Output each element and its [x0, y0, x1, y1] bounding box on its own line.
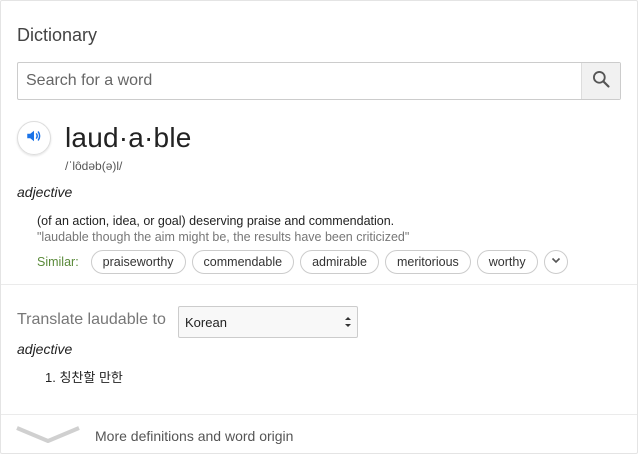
speaker-icon	[25, 127, 43, 150]
definition-text: (of an action, idea, or goal) deserving …	[37, 214, 395, 228]
search-button[interactable]	[581, 63, 620, 99]
similar-chip[interactable]: worthy	[476, 250, 538, 274]
headword: laud·a·ble	[65, 122, 192, 153]
section-divider	[1, 284, 637, 285]
search-input[interactable]	[18, 63, 581, 99]
more-definitions-link[interactable]: More definitions and word origin	[1, 415, 637, 453]
pronunciation-button[interactable]	[17, 121, 51, 155]
translate-label: Translate laudable to	[17, 311, 166, 328]
part-of-speech: adjective	[17, 184, 73, 200]
select-arrows-icon	[344, 314, 352, 330]
translation-item: 1. 칭찬할 만한	[45, 370, 123, 385]
language-select[interactable]: Korean	[178, 306, 358, 338]
search-box	[17, 62, 621, 100]
translation-part-of-speech: adjective	[17, 341, 73, 357]
card-title: Dictionary	[17, 25, 98, 45]
chevron-down-icon	[15, 425, 81, 448]
selected-language: Korean	[185, 314, 227, 330]
similar-chip[interactable]: commendable	[191, 250, 295, 274]
chevron-down-icon	[550, 253, 562, 271]
expand-similar-button[interactable]	[543, 250, 568, 274]
search-icon	[591, 69, 611, 94]
phonetic-spelling: /ˈlôdəb(ə)l/	[65, 159, 123, 173]
example-sentence: "laudable though the aim might be, the r…	[37, 230, 410, 244]
similar-label: Similar:	[37, 255, 79, 269]
more-definitions-label: More definitions and word origin	[95, 428, 294, 444]
similar-chip[interactable]: praiseworthy	[90, 250, 186, 274]
similar-chip[interactable]: admirable	[300, 250, 379, 274]
similar-words-row: Similar: praiseworthy commendable admira…	[37, 250, 568, 274]
dictionary-card: Dictionary laud·a·ble /ˈlôdəb(ə)l/ adjec…	[0, 0, 638, 454]
similar-chip[interactable]: meritorious	[384, 250, 471, 274]
